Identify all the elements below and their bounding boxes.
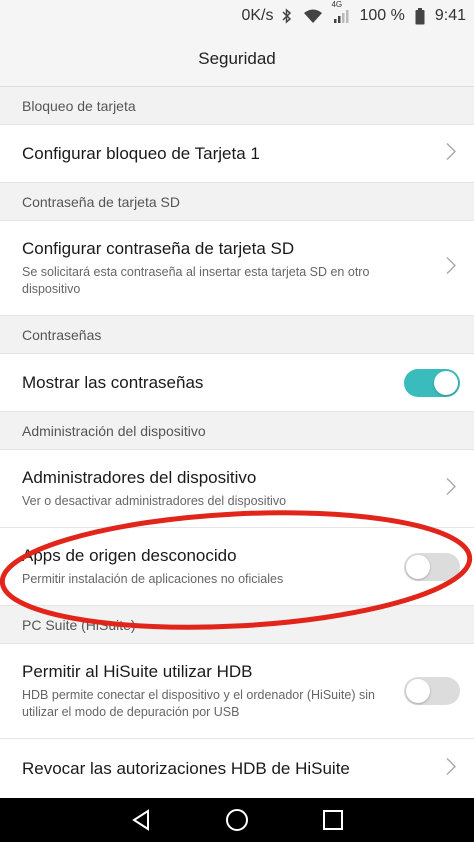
toggle-knob — [406, 554, 430, 579]
home-icon — [226, 809, 248, 831]
chevron-right-icon — [446, 477, 457, 500]
battery-icon — [415, 7, 425, 25]
section-header-device-admin: Administración del dispositivo — [0, 412, 474, 450]
bluetooth-icon — [281, 8, 293, 24]
wifi-icon — [303, 9, 323, 24]
signal-icon: 4G — [331, 0, 349, 24]
chevron-right-icon — [446, 256, 457, 280]
back-icon — [132, 809, 149, 831]
item-subtitle: HDB permite conectar el dispositivo y el… — [22, 687, 375, 719]
section-header-label: Contraseñas — [22, 326, 102, 343]
recents-button[interactable] — [285, 809, 381, 831]
section-header-pc-suite: PC Suite (HiSuite) — [0, 606, 474, 644]
item-subtitle: Permitir instalación de aplicaciones no … — [22, 571, 284, 586]
item-title: Permitir al HiSuite utilizar HDB — [22, 661, 253, 681]
unknown-sources-toggle[interactable] — [404, 552, 460, 581]
home-button[interactable] — [189, 808, 285, 832]
card-lock-item[interactable]: Configurar bloqueo de Tarjeta 1 — [0, 125, 474, 183]
hisuite-hdb-item[interactable]: Permitir al HiSuite utilizar HDB HDB per… — [0, 644, 474, 739]
item-subtitle: Ver o desactivar administradores del dis… — [22, 493, 287, 508]
section-header-passwords: Contraseñas — [0, 316, 474, 354]
back-button[interactable] — [93, 809, 189, 831]
chevron-right-icon — [446, 142, 457, 165]
item-title: Configurar bloqueo de Tarjeta 1 — [22, 143, 260, 163]
device-admins-item[interactable]: Administradores del dispositivo Ver o de… — [0, 450, 474, 528]
clock: 9:41 — [434, 7, 466, 24]
section-header-label: Bloqueo de tarjeta — [22, 97, 136, 114]
unknown-sources-item[interactable]: Apps de origen desconocido Permitir inst… — [0, 528, 474, 606]
section-header-label: Administración del dispositivo — [22, 422, 206, 439]
show-passwords-item[interactable]: Mostrar las contraseñas — [0, 354, 474, 412]
sd-password-item[interactable]: Configurar contraseña de tarjeta SD Se s… — [0, 221, 474, 316]
navigation-bar — [0, 798, 474, 842]
revoke-hdb-item[interactable]: Revocar las autorizaciones HDB de HiSuit… — [0, 739, 474, 800]
page-title-bar: Seguridad — [0, 32, 474, 87]
settings-list: Bloqueo de tarjeta Configurar bloqueo de… — [0, 87, 474, 800]
item-subtitle: Se solicitará esta contraseña al inserta… — [22, 264, 370, 296]
toggle-knob — [434, 370, 458, 395]
item-title: Apps de origen desconocido — [22, 545, 237, 565]
page-title: Seguridad — [198, 49, 276, 68]
section-header-label: Contraseña de tarjeta SD — [22, 193, 180, 210]
status-bar: 0K/s 4G 100 % 9:41 — [0, 0, 474, 32]
section-header-card-lock: Bloqueo de tarjeta — [0, 87, 474, 125]
show-passwords-toggle[interactable] — [404, 368, 460, 397]
toggle-knob — [406, 679, 430, 703]
item-title: Mostrar las contraseñas — [22, 372, 204, 392]
battery-level: 100 % — [359, 7, 405, 24]
hisuite-hdb-toggle[interactable] — [404, 677, 460, 705]
recents-icon — [323, 810, 343, 830]
chevron-right-icon — [446, 757, 457, 781]
item-title: Administradores del dispositivo — [22, 467, 257, 487]
network-type: 4G — [331, 0, 343, 9]
item-title: Configurar contraseña de tarjeta SD — [22, 238, 295, 258]
item-title: Revocar las autorizaciones HDB de HiSuit… — [22, 759, 350, 778]
section-header-sd-password: Contraseña de tarjeta SD — [0, 183, 474, 221]
section-header-label: PC Suite (HiSuite) — [22, 616, 136, 633]
network-speed: 0K/s — [241, 7, 274, 24]
